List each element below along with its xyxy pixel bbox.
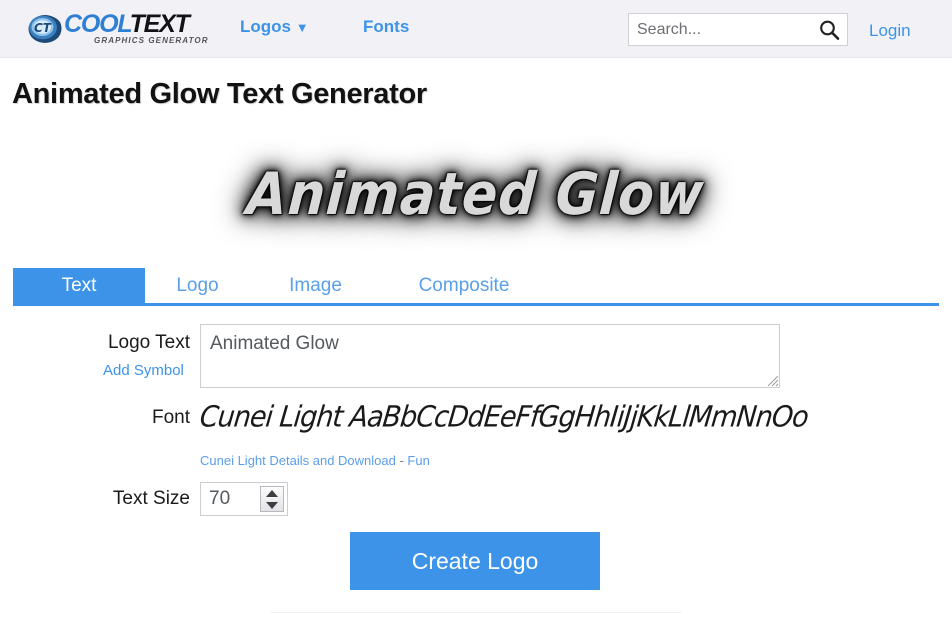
search-input[interactable] bbox=[629, 14, 813, 45]
tab-composite[interactable]: Composite bbox=[385, 268, 543, 303]
text-size-label: Text Size bbox=[112, 488, 190, 509]
logo-text-input[interactable] bbox=[200, 324, 780, 388]
search-icon bbox=[820, 20, 840, 40]
tab-logo[interactable]: Logo bbox=[145, 268, 250, 303]
bottom-divider bbox=[270, 612, 682, 613]
logo-tagline: GRAPHICS GENERATOR bbox=[94, 36, 209, 45]
page-title: Animated Glow Text Generator bbox=[12, 78, 427, 110]
logo-preview-image[interactable]: Animated Glow bbox=[245, 161, 707, 228]
tab-text[interactable]: Text bbox=[13, 268, 145, 303]
nav-logos-label: Logos bbox=[240, 17, 291, 36]
font-links: Cunei Light Details and Download - Fun bbox=[200, 453, 430, 468]
nav-fonts[interactable]: Fonts bbox=[363, 17, 409, 37]
logo-word-cool: COOL bbox=[64, 10, 131, 38]
tab-bar: Text Logo Image Composite bbox=[0, 268, 952, 306]
tab-underline bbox=[13, 303, 939, 306]
font-link-separator: - bbox=[395, 453, 408, 468]
font-details-link[interactable]: Cunei Light Details and Download bbox=[200, 453, 396, 468]
search-box bbox=[628, 13, 848, 46]
svg-text:CT: CT bbox=[34, 21, 52, 35]
logo-word-text: TEXT bbox=[129, 10, 190, 38]
text-size-field bbox=[200, 482, 288, 516]
nav-fonts-label: Fonts bbox=[363, 17, 410, 36]
logo-preview-area: Animated Glow bbox=[0, 135, 952, 255]
text-size-stepper[interactable] bbox=[260, 486, 284, 512]
site-logo[interactable]: CT COOLTEXT GRAPHICS GENERATOR bbox=[28, 8, 214, 50]
stepper-down-icon[interactable] bbox=[266, 501, 278, 509]
search-button[interactable] bbox=[817, 18, 841, 42]
cooltext-swoosh-icon: CT bbox=[28, 15, 62, 43]
font-preview-image[interactable]: Cunei Light AaBbCcDdEeFfGgHhIiJjKkLlMmNn… bbox=[198, 401, 809, 434]
tab-image[interactable]: Image bbox=[263, 268, 368, 303]
logo-wordmark: COOLTEXT bbox=[64, 10, 190, 38]
logo-text-label: Logo Text bbox=[107, 332, 190, 353]
font-label: Font bbox=[151, 407, 190, 428]
add-symbol-link[interactable]: Add Symbol bbox=[103, 362, 184, 379]
login-link[interactable]: Login bbox=[869, 21, 911, 41]
nav-logos[interactable]: Logos ▼ bbox=[240, 17, 309, 37]
stepper-up-icon[interactable] bbox=[266, 489, 278, 497]
chevron-down-icon: ▼ bbox=[295, 20, 309, 35]
create-logo-button[interactable]: Create Logo bbox=[350, 532, 600, 590]
site-header: CT COOLTEXT GRAPHICS GENERATOR Logos ▼ F… bbox=[0, 0, 952, 58]
font-category-link[interactable]: Fun bbox=[407, 453, 429, 468]
text-size-input[interactable] bbox=[201, 483, 257, 515]
